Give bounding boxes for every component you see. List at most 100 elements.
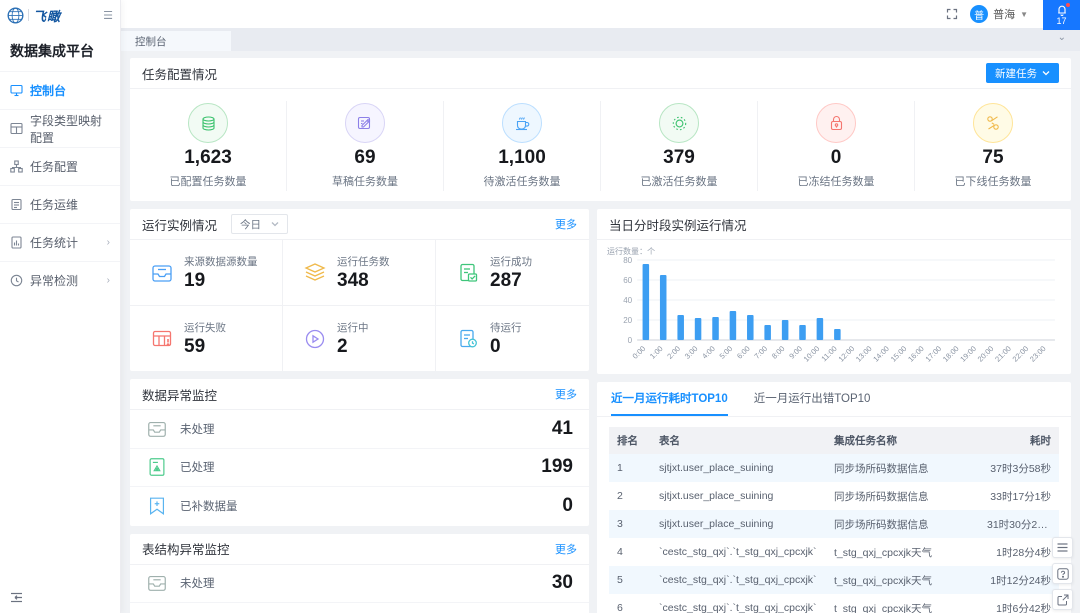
svg-text:23:00: 23:00 xyxy=(1028,344,1048,364)
sidebar-item-anomaly-detect[interactable]: 异常检测 › xyxy=(0,261,120,299)
svg-text:20: 20 xyxy=(623,316,632,325)
date-filter-select[interactable]: 今日 xyxy=(231,214,288,234)
svg-text:8:00: 8:00 xyxy=(770,344,787,361)
cell-rank: 4 xyxy=(609,538,651,566)
cell-task: t_stg_qxj_cpcxjk天气 xyxy=(826,594,979,613)
mon-value: 30 xyxy=(552,572,573,594)
cell-table: `cestc_stg_qxj`.`t_stg_qxj_cpcxjk` xyxy=(651,594,826,613)
tab-label: 控制台 xyxy=(135,34,167,49)
stat-label: 已下线任务数量 xyxy=(955,173,1032,189)
doc-chart-icon xyxy=(10,236,23,249)
cell-duration: 1时12分24秒 xyxy=(979,566,1059,594)
dashboard-content: 任务配置情况 新建任务 1,623 已配置任务数量 69 草稿任务数量 xyxy=(121,51,1080,613)
panel-title: 任务配置情况 xyxy=(142,64,217,83)
hourly-chart-panel: 当日分时段实例运行情况 0204060800:001:002:003:004:0… xyxy=(597,209,1071,374)
more-link[interactable]: 更多 xyxy=(555,541,577,557)
floating-toolbar xyxy=(1052,537,1073,610)
tab-console[interactable]: 控制台 xyxy=(121,31,231,51)
cell-task: 同步场所码数据信息 xyxy=(826,482,979,510)
fullscreen-icon[interactable] xyxy=(946,8,958,20)
mon-value: 0 xyxy=(562,495,573,517)
sidebar: 飞瞰 ☰ 数据集成平台 控制台 字段类型映射配置 任务配置 任务运维 任务统计 … xyxy=(0,0,121,613)
sidebar-item-label: 字段类型映射配置 xyxy=(30,112,110,146)
svg-text:17:00: 17:00 xyxy=(923,344,943,364)
cell-rank: 6 xyxy=(609,594,651,613)
svg-text:19:00: 19:00 xyxy=(958,344,978,364)
user-menu[interactable]: 普 普海 ▼ xyxy=(970,5,1028,23)
sidebar-item-label: 任务配置 xyxy=(30,158,78,175)
more-link[interactable]: 更多 xyxy=(555,216,577,232)
notification-button[interactable]: 17 xyxy=(1043,0,1080,30)
anomaly-unprocessed-row: 未处理 41 xyxy=(130,410,589,449)
ri-value: 287 xyxy=(490,270,532,291)
hamburger-menu-button[interactable] xyxy=(1052,537,1073,558)
ri-value: 348 xyxy=(337,270,390,291)
sidebar-menu: 控制台 字段类型映射配置 任务配置 任务运维 任务统计 › 异常检测 › xyxy=(0,71,120,581)
mon-label: 未处理 xyxy=(180,575,215,591)
cell-duration: 31时30分25秒 xyxy=(979,510,1059,538)
svg-text:10:00: 10:00 xyxy=(802,344,822,364)
tabstrip-chevron-down-icon[interactable]: ⌄ xyxy=(1058,32,1066,43)
svg-text:运行数量：个: 运行数量：个 xyxy=(607,246,655,256)
ri-label: 待运行 xyxy=(490,320,522,335)
ri-value: 59 xyxy=(184,336,226,357)
svg-text:0: 0 xyxy=(628,336,633,345)
app-title: 数据集成平台 xyxy=(0,30,120,71)
inbox-gray-icon xyxy=(146,572,168,594)
sidebar-item-task-config[interactable]: 任务配置 xyxy=(0,147,120,185)
table-anomaly-processed-row: 已处理 0 xyxy=(130,603,589,613)
sidebar-fold-icon[interactable] xyxy=(10,592,23,603)
tab-monthly-error-top10[interactable]: 近一月运行出错TOP10 xyxy=(754,390,871,416)
stat-activated-tasks: 379 已激活任务数量 xyxy=(601,101,758,191)
sidebar-item-task-stats[interactable]: 任务统计 › xyxy=(0,223,120,261)
help-button[interactable] xyxy=(1052,563,1073,584)
cell-table: sjtjxt.user_place_suining xyxy=(651,510,826,538)
cell-task: 同步场所码数据信息 xyxy=(826,454,979,482)
tab-monthly-duration-top10[interactable]: 近一月运行耗时TOP10 xyxy=(611,390,728,416)
svg-text:21:00: 21:00 xyxy=(993,344,1013,364)
inbox-gray-icon xyxy=(146,418,168,440)
svg-text:20:00: 20:00 xyxy=(976,344,996,364)
sidebar-item-label: 异常检测 xyxy=(30,272,78,289)
sun-icon xyxy=(671,115,688,132)
tab-strip: 控制台 ⌄ xyxy=(121,28,1080,51)
stat-value: 1,623 xyxy=(184,148,232,168)
svg-text:15:00: 15:00 xyxy=(889,344,909,364)
new-task-button[interactable]: 新建任务 xyxy=(986,63,1059,83)
more-link[interactable]: 更多 xyxy=(555,386,577,402)
cell-rank: 1 xyxy=(609,454,651,482)
logo-text: 飞瞰 xyxy=(33,6,61,25)
panel-title: 表结构异常监控 xyxy=(142,539,230,558)
table-row: 2sjtjxt.user_place_suining同步场所码数据信息33时17… xyxy=(609,482,1059,510)
export-button[interactable] xyxy=(1052,589,1073,610)
anomaly-processed-row: 已处理 199 xyxy=(130,449,589,488)
svg-text:3:00: 3:00 xyxy=(683,344,700,361)
ri-value: 2 xyxy=(337,336,369,357)
table-row: 3sjtjxt.user_place_suining同步场所码数据信息31时30… xyxy=(609,510,1059,538)
sidebar-item-field-mapping[interactable]: 字段类型映射配置 xyxy=(0,109,120,147)
sidebar-item-console[interactable]: 控制台 xyxy=(0,71,120,109)
ri-run-failed: 运行失败 59 xyxy=(130,306,283,371)
mon-label: 未处理 xyxy=(180,421,215,437)
table-row: 1sjtjxt.user_place_suining同步场所码数据信息37时3分… xyxy=(609,454,1059,482)
date-filter-value: 今日 xyxy=(240,217,261,232)
sidebar-item-label: 控制台 xyxy=(30,82,66,99)
svg-text:16:00: 16:00 xyxy=(906,344,926,364)
draft-icon xyxy=(357,115,373,131)
ri-running: 运行中 2 xyxy=(283,306,436,371)
sidebar-item-task-ops[interactable]: 任务运维 xyxy=(0,185,120,223)
stat-value: 69 xyxy=(354,148,375,168)
avatar[interactable]: 普 xyxy=(970,5,988,23)
ri-source-count: 来源数据源数量 19 xyxy=(130,240,283,306)
svg-text:5:00: 5:00 xyxy=(718,344,735,361)
export-icon xyxy=(1057,594,1069,606)
coffee-icon xyxy=(514,115,531,132)
cell-rank: 5 xyxy=(609,566,651,594)
doc-clock-icon xyxy=(456,327,480,351)
table-row: 5`cestc_stg_qxj`.`t_stg_qxj_cpcxjk`t_stg… xyxy=(609,566,1059,594)
data-anomaly-panel: 数据异常监控 更多 未处理 41 已处理 199 xyxy=(130,379,589,526)
svg-text:11:00: 11:00 xyxy=(819,344,838,363)
panel-title: 数据异常监控 xyxy=(142,385,217,404)
sidebar-collapse-icon[interactable]: ☰ xyxy=(103,9,113,22)
stat-label: 待激活任务数量 xyxy=(484,173,561,189)
